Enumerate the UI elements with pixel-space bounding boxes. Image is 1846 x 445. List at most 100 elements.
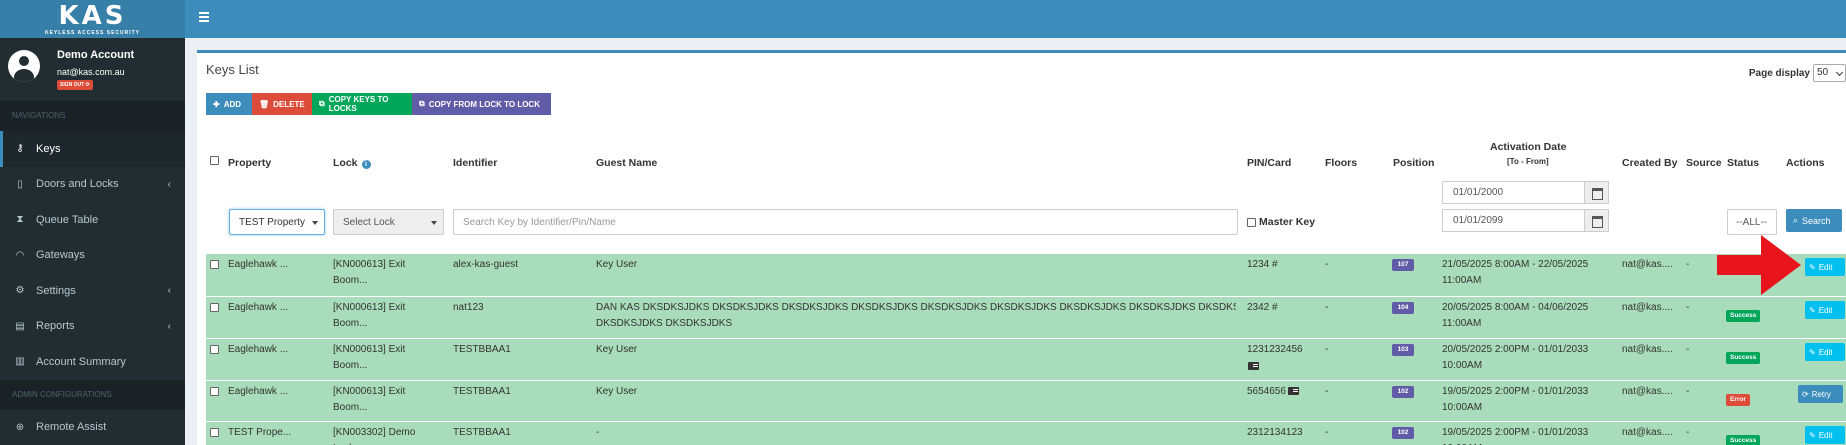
sidebar-item-reports[interactable]: ▤ Reports ‹	[0, 309, 185, 345]
sidebar-item-account-summary[interactable]: ▥ Account Summary	[0, 344, 185, 380]
row-checkbox[interactable]	[210, 387, 219, 396]
sidebar-item-queue-table[interactable]: ⧗ Queue Table	[0, 202, 185, 238]
sidebar-item-label: Account Summary	[36, 355, 126, 368]
cell-pin: 2342 #	[1247, 300, 1278, 316]
status-badge: Success	[1726, 352, 1761, 364]
delete-label: DELETE	[273, 99, 305, 109]
col-activation-date[interactable]: Activation Date	[1490, 141, 1566, 153]
col-identifier[interactable]: Identifier	[453, 157, 497, 169]
chevron-left-icon: ‹	[167, 178, 171, 190]
cell-floors: -	[1325, 259, 1329, 270]
master-key-label: Master Key	[1259, 216, 1316, 228]
id-card-icon	[1287, 387, 1299, 396]
sidebar-item-keys[interactable]: ⚷ Keys	[0, 131, 185, 167]
key-icon: ⚷	[16, 143, 24, 155]
master-key-checkbox[interactable]	[1247, 217, 1256, 227]
nav-header-admin: ADMIN CONFIGURATIONS	[0, 379, 185, 410]
calendar-icon[interactable]	[1585, 209, 1609, 232]
edit-button[interactable]: ✎ Edit	[1805, 301, 1845, 319]
delete-button[interactable]: 🗑 DELETE	[252, 93, 312, 115]
door-icon: ▯	[17, 178, 23, 190]
cell-activation-date-cont: 11:00AM	[1442, 318, 1482, 329]
chevron-down-icon	[431, 221, 437, 225]
master-key-filter[interactable]: Master Key	[1247, 216, 1315, 228]
bar-chart-icon: ▥	[15, 356, 25, 368]
col-guest-name[interactable]: Guest Name	[596, 157, 657, 169]
position-badge: 103	[1392, 344, 1414, 356]
edit-button[interactable]: ✎ Edit	[1805, 258, 1845, 276]
cell-property: Eaglehawk ...	[228, 386, 289, 397]
trash-icon: 🗑	[259, 99, 270, 109]
cell-lock: [KN000613] Exit	[333, 344, 406, 355]
date-from-input[interactable]: 01/01/2000	[1442, 181, 1585, 204]
retry-button[interactable]: ⟳ Retry	[1798, 385, 1843, 403]
row-checkbox[interactable]	[210, 428, 219, 437]
cell-source: -	[1686, 386, 1690, 397]
status-filter-select[interactable]: --ALL--	[1727, 209, 1777, 235]
cell-identifier: TESTBBAA1	[453, 344, 511, 355]
col-status[interactable]: Status	[1727, 157, 1759, 169]
select-all-checkbox[interactable]	[210, 156, 219, 165]
edit-button[interactable]: ✎ Edit	[1805, 426, 1845, 444]
page-display-select[interactable]: 50	[1813, 64, 1846, 82]
cell-lock: [KN000613] Exit	[333, 259, 406, 270]
refresh-icon: ⟳	[1802, 389, 1809, 399]
cell-activation-date: 19/05/2025 2:00PM - 01/01/2033	[1442, 427, 1589, 438]
logo[interactable]: KAS KEYLESS ACCESS SECURITY	[0, 0, 185, 38]
cell-lock: [KN000613] Exit	[333, 386, 406, 397]
copy-from-lock-to-lock-button[interactable]: ⧉ COPY FROM LOCK TO LOCK	[412, 93, 551, 115]
row-checkbox[interactable]	[210, 303, 219, 312]
date-to-input[interactable]: 01/01/2099	[1442, 209, 1585, 232]
avatar	[8, 50, 40, 82]
sidebar-item-doors-and-locks[interactable]: ▯ Doors and Locks ‹	[0, 167, 185, 203]
row-checkbox[interactable]	[210, 260, 219, 269]
col-property[interactable]: Property	[228, 157, 271, 169]
copy-keys-to-locks-button[interactable]: ⧉ COPY KEYS TO LOCKS	[312, 93, 412, 115]
cell-pin: 5654656	[1247, 384, 1299, 400]
calendar-icon[interactable]	[1585, 181, 1609, 204]
user-name: Demo Account	[57, 49, 135, 61]
cell-pin: 1231232456	[1247, 342, 1303, 358]
property-filter-select[interactable]: TEST Property	[229, 209, 325, 235]
logo-text: KAS	[58, 0, 127, 31]
cell-identifier: alex-kas-guest	[453, 259, 519, 270]
menu-toggle-icon[interactable]	[199, 12, 209, 22]
cell-guest-name: Key User	[596, 344, 638, 355]
action-label: Edit	[1818, 305, 1833, 315]
sign-out-button[interactable]: SIGN OUT ⟳	[57, 80, 93, 90]
sidebar-item-gateways[interactable]: ◠ Gateways	[0, 238, 185, 274]
sidebar-item-settings[interactable]: ⚙ Settings ‹	[0, 273, 185, 309]
cell-activation-date: 19/05/2025 2:00PM - 01/01/2033	[1442, 386, 1589, 397]
cell-lock: [KN000613] Exit	[333, 302, 406, 313]
position-badge: 107	[1392, 259, 1414, 271]
add-button[interactable]: ✚ ADD	[206, 93, 252, 115]
lock-filter-select[interactable]: Select Lock	[333, 209, 444, 235]
cell-source: -	[1686, 344, 1690, 355]
col-actions: Actions	[1786, 157, 1825, 169]
status-badge: Error	[1726, 394, 1750, 406]
col-floors[interactable]: Floors	[1325, 157, 1357, 169]
copy-icon: ⧉	[419, 99, 425, 108]
edit-button[interactable]: ✎ Edit	[1805, 343, 1845, 361]
pin-value: 2312134123	[1247, 427, 1303, 438]
col-created-by[interactable]: Created By	[1622, 157, 1677, 169]
sidebar-item-remote-assist[interactable]: ⊕ Remote Assist	[0, 410, 185, 445]
cell-source: -	[1686, 427, 1690, 438]
search-icon: ⌕	[1793, 215, 1799, 225]
position-badge: 102	[1392, 427, 1414, 439]
edit-icon: ✎	[1809, 347, 1816, 357]
col-position[interactable]: Position	[1393, 157, 1434, 169]
cell-floors: -	[1325, 386, 1329, 397]
search-button[interactable]: ⌕ Search	[1786, 209, 1842, 232]
col-pin-card[interactable]: PIN/Card	[1247, 157, 1291, 169]
cell-source: -	[1686, 302, 1690, 313]
row-checkbox[interactable]	[210, 345, 219, 354]
info-icon[interactable]: i	[361, 160, 371, 169]
add-label: ADD	[223, 99, 242, 109]
gears-icon: ⚙	[15, 285, 25, 297]
property-filter-value: TEST Property	[239, 216, 305, 228]
search-input[interactable]: Search Key by Identifier/Pin/Name	[453, 209, 1238, 235]
pin-value: 1234 #	[1247, 259, 1278, 270]
col-source[interactable]: Source	[1686, 157, 1722, 169]
cell-guest-name-cont: DKSDKSJDKS DKSDKSJDKS	[596, 318, 733, 329]
